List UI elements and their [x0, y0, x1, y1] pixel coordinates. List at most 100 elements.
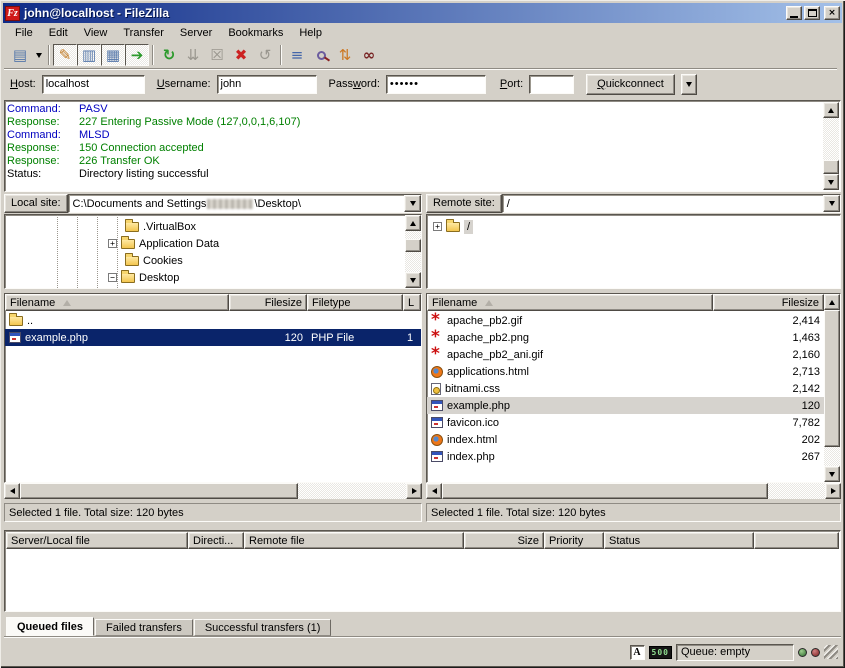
- list-row[interactable]: *apache_pb2.png 1,463: [427, 329, 824, 346]
- list-row[interactable]: index.html 202: [427, 431, 824, 448]
- column-header-priority[interactable]: Priority: [544, 532, 604, 549]
- scroll-down-button[interactable]: [824, 466, 840, 482]
- resize-grip[interactable]: [824, 645, 838, 659]
- site-manager-dropdown-button[interactable]: [32, 44, 45, 66]
- log-scrollbar[interactable]: [823, 102, 839, 190]
- menu-bookmarks[interactable]: Bookmarks: [220, 25, 291, 41]
- process-queue-button[interactable]: ⇊: [181, 44, 205, 66]
- local-tree-scrollbar[interactable]: [405, 215, 421, 288]
- log-line: Command:PASV: [7, 103, 822, 116]
- quickconnect-button[interactable]: Quickconnect: [586, 74, 675, 95]
- list-row[interactable]: bitnami.css 2,142: [427, 380, 824, 397]
- scrollbar-thumb[interactable]: [20, 483, 298, 499]
- cancel-operation-button[interactable]: ☒: [205, 44, 229, 66]
- tab-failed-transfers[interactable]: Failed transfers: [95, 619, 193, 636]
- minimize-button[interactable]: [786, 6, 802, 20]
- toolbar-separator: [280, 45, 282, 65]
- tree-guide-line: [57, 215, 58, 288]
- scroll-up-button[interactable]: [823, 102, 839, 118]
- tab-queued-files[interactable]: Queued files: [6, 617, 94, 636]
- password-input[interactable]: ••••••: [386, 75, 486, 94]
- scroll-down-button[interactable]: [405, 272, 421, 288]
- tree-item-virtualbox[interactable]: .VirtualBox: [125, 218, 196, 235]
- css-document-icon: [431, 383, 441, 395]
- directory-listing-filters-button[interactable]: ≡: [285, 44, 309, 66]
- close-button[interactable]: ×: [824, 6, 840, 20]
- title-bar[interactable]: Fz john@localhost - FileZilla ×: [3, 3, 842, 23]
- toggle-queue-button[interactable]: ➔: [125, 44, 149, 66]
- toggle-message-log-button[interactable]: ✎: [53, 44, 77, 66]
- toggle-local-tree-button[interactable]: ▥: [77, 44, 101, 66]
- tree-item-application-data[interactable]: + Application Data: [108, 235, 219, 252]
- local-site-combobox[interactable]: C:\Documents and Settings\Desktop\: [68, 194, 422, 213]
- scroll-left-button[interactable]: [426, 483, 442, 499]
- expand-icon[interactable]: +: [433, 222, 442, 231]
- tree-item-root[interactable]: + /: [433, 218, 473, 235]
- remote-list-scrollbar[interactable]: [824, 294, 840, 482]
- toggle-remote-tree-button[interactable]: ▦: [101, 44, 125, 66]
- remote-site-combobox[interactable]: /: [502, 194, 841, 213]
- reconnect-button[interactable]: ↺: [253, 44, 277, 66]
- menu-edit[interactable]: Edit: [41, 25, 76, 41]
- host-input[interactable]: localhost: [42, 75, 145, 94]
- column-header-filename[interactable]: Filename: [427, 294, 713, 311]
- maximize-button[interactable]: [804, 6, 820, 20]
- find-files-button[interactable]: ∞: [357, 44, 381, 66]
- remote-horizontal-scrollbar[interactable]: [426, 483, 841, 499]
- list-row[interactable]: favicon.ico 7,782: [427, 414, 824, 431]
- scroll-left-button[interactable]: [4, 483, 20, 499]
- scroll-right-button[interactable]: [406, 483, 422, 499]
- column-header-size[interactable]: Size: [464, 532, 544, 549]
- column-header-filetype[interactable]: Filetype: [307, 294, 403, 311]
- directory-comparison-button[interactable]: [309, 44, 333, 66]
- folder-icon: [446, 222, 460, 232]
- scroll-up-button[interactable]: [405, 215, 421, 231]
- username-input[interactable]: john: [217, 75, 317, 94]
- column-header-last-modified[interactable]: L: [403, 294, 421, 311]
- scrollbar-thumb[interactable]: [405, 239, 421, 252]
- list-row-parent-dir[interactable]: ..: [5, 312, 421, 329]
- tree-item-cookies[interactable]: Cookies: [125, 252, 183, 269]
- log-line: Response:150 Connection accepted: [7, 142, 822, 155]
- apache-feather-icon: *: [431, 350, 443, 359]
- site-manager-button[interactable]: ▤: [8, 44, 32, 66]
- scrollbar-thumb[interactable]: [824, 310, 840, 447]
- scrollbar-thumb[interactable]: [442, 483, 768, 499]
- remote-site-dropdown-button[interactable]: [823, 195, 840, 212]
- local-horizontal-scrollbar[interactable]: [4, 483, 422, 499]
- scroll-up-button[interactable]: [824, 294, 840, 310]
- menu-file[interactable]: File: [7, 25, 41, 41]
- tree-item-desktop[interactable]: − Desktop: [108, 269, 179, 286]
- scroll-down-button[interactable]: [823, 174, 839, 190]
- list-row[interactable]: applications.html 2,713: [427, 363, 824, 380]
- list-row[interactable]: *apache_pb2_ani.gif 2,160: [427, 346, 824, 363]
- column-header-filesize[interactable]: Filesize: [713, 294, 824, 311]
- scrollbar-thumb[interactable]: [823, 160, 839, 174]
- column-header-status[interactable]: Status: [604, 532, 754, 549]
- collapse-icon[interactable]: −: [108, 273, 117, 282]
- synchronized-browsing-button[interactable]: ⇅: [333, 44, 357, 66]
- disconnect-button[interactable]: ✖: [229, 44, 253, 66]
- menu-transfer[interactable]: Transfer: [115, 25, 172, 41]
- scroll-right-button[interactable]: [825, 483, 841, 499]
- column-header-direction[interactable]: Directi...: [188, 532, 244, 549]
- list-row-example-php[interactable]: example.php 120 PHP File 1: [5, 329, 421, 346]
- column-header-server-local-file[interactable]: Server/Local file: [6, 532, 188, 549]
- message-log: Command:PASV Response:227 Entering Passi…: [4, 100, 841, 192]
- local-site-dropdown-button[interactable]: [404, 195, 421, 212]
- quickconnect-dropdown-button[interactable]: [681, 74, 697, 95]
- list-row-example-php[interactable]: example.php 120: [427, 397, 824, 414]
- port-input[interactable]: [529, 75, 574, 94]
- menu-server[interactable]: Server: [172, 25, 220, 41]
- list-row[interactable]: *apache_pb2.gif 2,414: [427, 312, 824, 329]
- refresh-button[interactable]: ↻: [157, 44, 181, 66]
- column-header-filename[interactable]: Filename: [5, 294, 229, 311]
- list-row[interactable]: index.php 267: [427, 448, 824, 465]
- column-header-remote-file[interactable]: Remote file: [244, 532, 464, 549]
- column-header-filesize[interactable]: Filesize: [229, 294, 307, 311]
- menu-view[interactable]: View: [76, 25, 116, 41]
- menu-help[interactable]: Help: [291, 25, 330, 41]
- expand-icon[interactable]: +: [108, 239, 117, 248]
- tab-successful-transfers[interactable]: Successful transfers (1): [194, 619, 332, 636]
- arrow-up-icon: [829, 300, 835, 305]
